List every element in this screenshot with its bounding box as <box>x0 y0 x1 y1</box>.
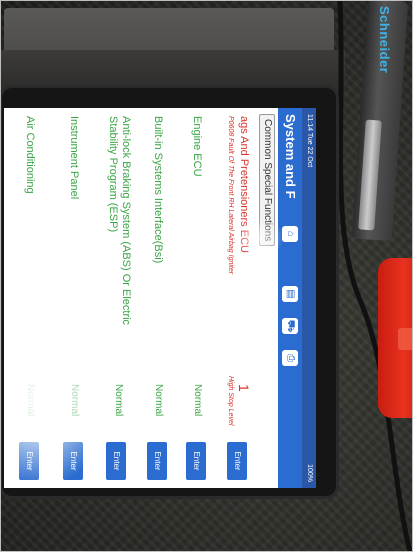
app-screen: 11:14 Tue 22 Oct 100% System and F ⌂ ▤ ⛟… <box>4 108 316 488</box>
status-time: 11:14 <box>306 114 313 131</box>
common-special-functions-tab[interactable]: Common Special Functions <box>259 114 275 247</box>
system-status: Normal <box>113 384 124 417</box>
system-name: Instrument Panel <box>68 116 80 200</box>
system-name: Anti-lock Braking System (ABS) Or Electr… <box>107 116 132 326</box>
system-row-instrument-panel: Instrument Panel Normal Enter <box>51 108 94 488</box>
system-row-airbags: ags And Pretensioners ECU P0608 Fault Of… <box>215 108 256 488</box>
enter-button[interactable]: Enter <box>227 442 247 480</box>
system-status: Normal <box>153 384 164 417</box>
system-row-bsi: Built-in Systems Interface(Bsi) Normal E… <box>137 108 176 488</box>
photo-scene: Schneider 11:14 Tue 22 Oct 100% System a… <box>0 0 413 552</box>
system-name: ags And Pretensioners ECU <box>238 116 250 253</box>
car-icon[interactable]: ⛟ <box>282 318 298 334</box>
enter-button[interactable]: Enter <box>147 442 167 480</box>
system-row-abs: Anti-lock Braking System (ABS) Or Electr… <box>93 108 138 488</box>
system-row-engine: Engine ECU Normal Enter <box>175 108 216 488</box>
enter-button[interactable]: Enter <box>19 442 39 480</box>
fault-level: High Stop Level <box>227 376 234 426</box>
pen-brand-label: Schneider <box>377 6 392 74</box>
tablet-case-band <box>0 50 345 90</box>
home-icon[interactable]: ⌂ <box>282 226 298 242</box>
status-date: Tue 22 Oct <box>306 132 313 168</box>
system-status: Normal <box>192 384 203 417</box>
fault-code: P0608 Fault Of The Front RH Lateral Airb… <box>227 116 234 275</box>
page-title: System and F <box>283 114 298 199</box>
enter-button[interactable]: Enter <box>106 442 126 480</box>
system-row-air-conditioning: Air Conditioning Normal Enter <box>4 108 52 488</box>
tablet-screen: 11:14 Tue 22 Oct 100% System and F ⌂ ▤ ⛟… <box>4 108 316 488</box>
fault-count: 1 <box>236 384 252 392</box>
system-name: Air Conditioning <box>24 116 36 194</box>
system-status: Normal <box>25 384 36 417</box>
app-header: System and F ⌂ ▤ ⛟ ⎙ <box>278 108 302 488</box>
system-name: Engine ECU <box>191 116 203 177</box>
device-logo <box>398 328 413 350</box>
enter-button[interactable]: Enter <box>63 442 83 480</box>
sub-header: Common Special Functions <box>255 108 278 488</box>
status-time-date: 11:14 Tue 22 Oct <box>302 114 316 167</box>
enter-button[interactable]: Enter <box>186 442 206 480</box>
status-bar: 11:14 Tue 22 Oct 100% <box>302 108 316 488</box>
system-status: Normal <box>69 384 80 417</box>
battery-indicator: 100% <box>306 464 313 482</box>
system-name: Built-in Systems Interface(Bsi) <box>152 116 164 264</box>
print-icon[interactable]: ⎙ <box>282 350 298 366</box>
document-icon[interactable]: ▤ <box>282 286 298 302</box>
